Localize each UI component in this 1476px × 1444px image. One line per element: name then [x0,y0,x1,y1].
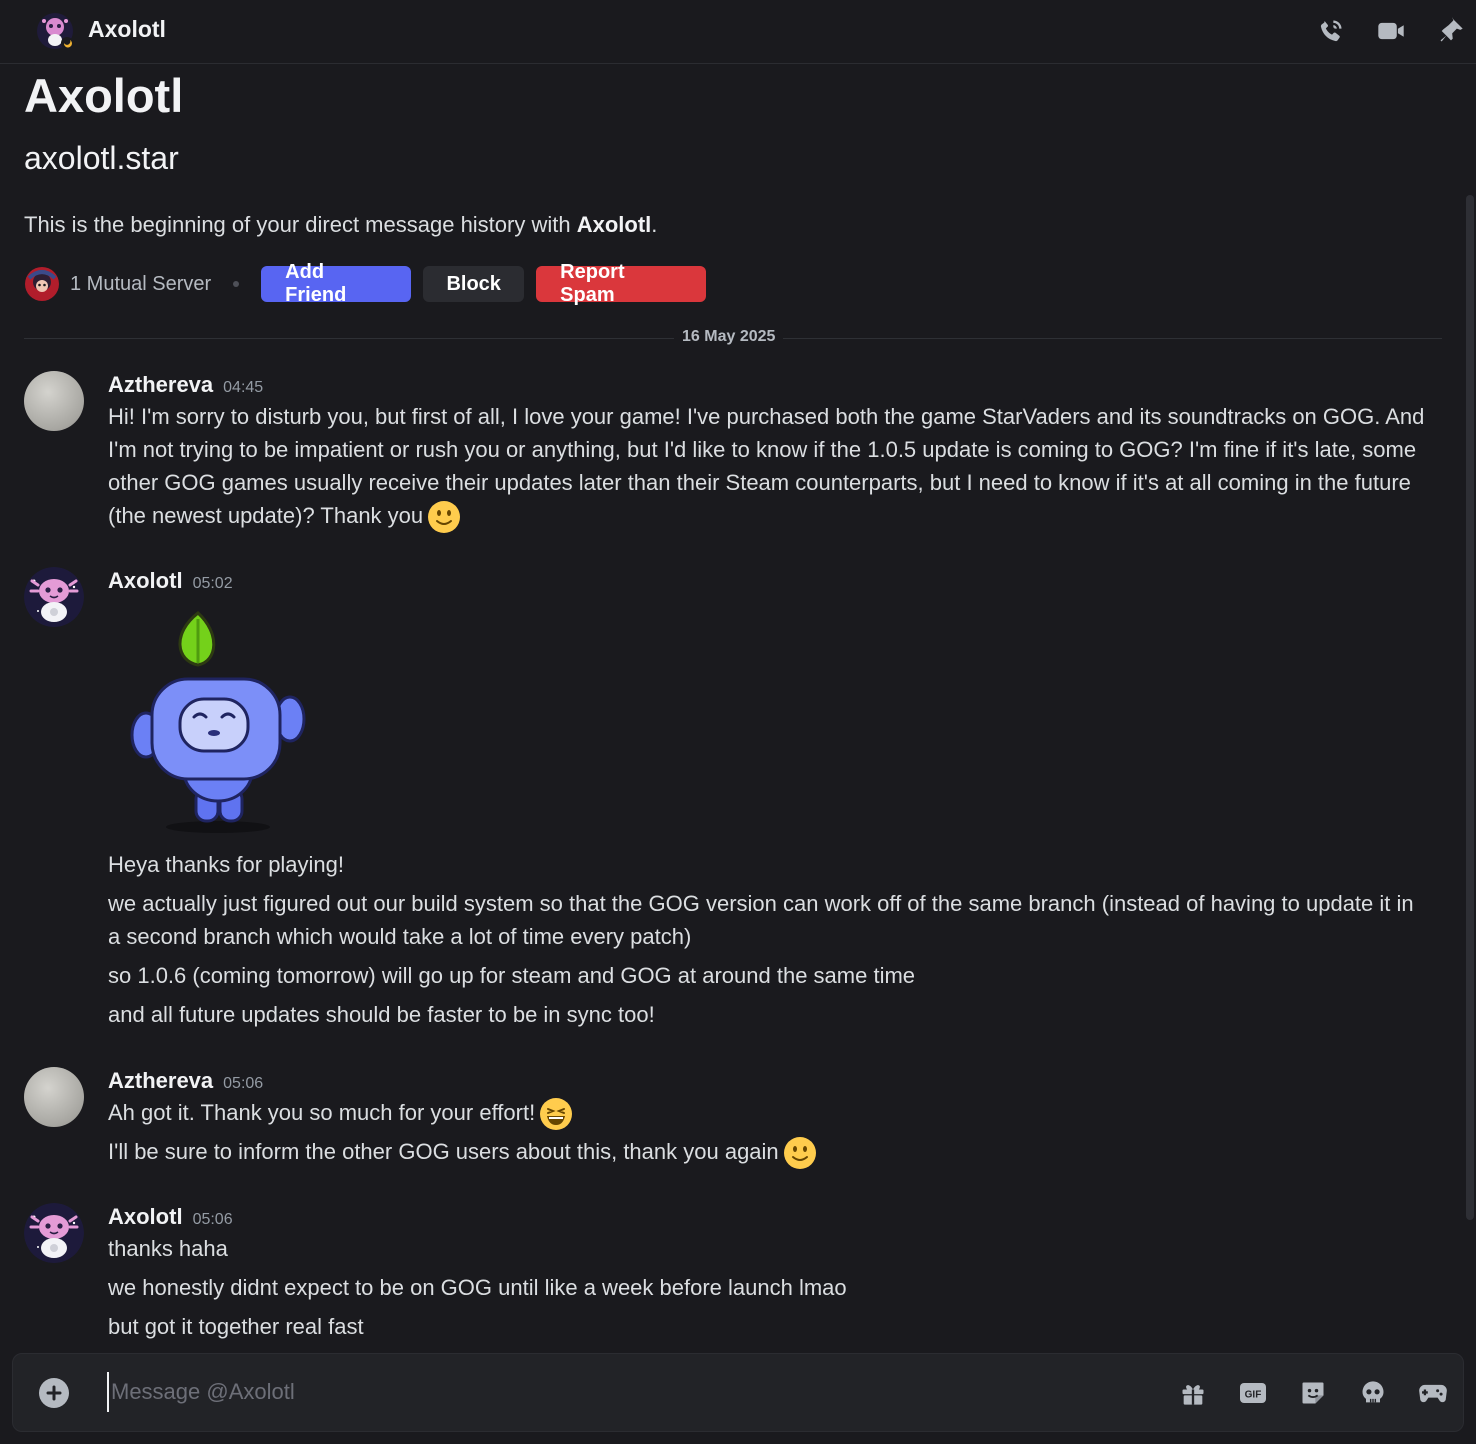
author-name[interactable]: Azthereva [108,1068,213,1093]
message-author[interactable]: Axolotl 05:02 [108,568,233,594]
message-timestamp: 05:02 [192,575,233,592]
message-text: we honestly didnt expect to be on GOG un… [108,1275,847,1300]
intro-description-suffix: . [651,212,658,237]
grinning-squinting-face-icon [539,1097,573,1131]
message-text: Heya thanks for playing! [108,852,345,877]
message-text: but got it together real fast [108,1314,364,1339]
channel-title: Axolotl [88,16,166,42]
message-author[interactable]: Axolotl 05:06 [108,1204,233,1230]
user-avatar[interactable] [24,1067,84,1127]
message-list[interactable]: Axolotl axolotl.star This is the beginni… [0,65,1476,1345]
message-composer: GIF [12,1353,1464,1432]
add-attachment-icon[interactable] [39,1378,69,1408]
intro-description-name: Axolotl [576,212,652,237]
activities-icon[interactable] [1416,1376,1450,1410]
sticker-icon[interactable] [1296,1376,1330,1410]
intro-actions: 1 Mutual Server Add Friend Block Report … [24,261,718,306]
separator-dot [233,281,240,287]
date-divider-label: 16 May 2025 [674,328,784,346]
gift-icon[interactable] [1176,1376,1210,1410]
slightly-smiling-face-icon [783,1136,817,1170]
message-text: Ah got it. Thank you so much for your ef… [108,1100,536,1125]
gif-icon[interactable]: GIF [1236,1376,1270,1410]
message-author[interactable]: Azthereva 04:45 [108,372,263,398]
phone-call-icon[interactable] [1314,14,1348,48]
message-author[interactable]: Azthereva 05:06 [108,1068,263,1094]
message-text: thanks haha [108,1236,228,1261]
message-text: Hi! I'm sorry to disturb you, but first … [108,404,1425,528]
message-timestamp: 04:45 [223,379,264,396]
intro-description: This is the beginning of your direct mes… [24,212,657,238]
message-text: I'll be sure to inform the other GOG use… [108,1139,779,1164]
slightly-smiling-face-icon [427,500,461,534]
message-timestamp: 05:06 [192,1211,233,1228]
intro-username: axolotl.star [24,140,179,176]
pin-icon[interactable] [1434,14,1468,48]
message-text: we actually just figured out our build s… [108,891,1414,949]
mutual-server-avatar[interactable] [24,266,60,302]
message-content: Hi! I'm sorry to disturb you, but first … [108,400,1428,534]
author-name[interactable]: Axolotl [108,568,183,593]
message-input[interactable] [107,1372,1111,1412]
message-content: Ah got it. Thank you so much for your ef… [108,1096,1428,1131]
mutual-servers-link[interactable]: 1 Mutual Server [70,273,211,296]
axolotl-avatar[interactable] [24,1203,84,1263]
intro-description-prefix: This is the beginning of your direct mes… [24,212,577,237]
author-name[interactable]: Axolotl [108,1204,183,1229]
message-text: and all future updates should be faster … [108,1002,655,1027]
video-camera-icon[interactable] [1374,14,1408,48]
axolotl-avatar[interactable] [24,567,84,627]
block-button[interactable]: Block [423,266,525,302]
add-friend-button[interactable]: Add Friend [261,261,412,306]
scrollbar[interactable] [1466,195,1474,1220]
channel-header: Axolotl [0,0,1476,64]
author-name[interactable]: Azthereva [108,372,213,397]
message-text: so 1.0.6 (coming tomorrow) will go up fo… [108,963,916,988]
wumpus-waving-leaf-sticker[interactable] [118,609,318,839]
user-avatar[interactable] [24,371,84,431]
emoji-icon[interactable] [1356,1376,1390,1410]
axolotl-avatar[interactable] [36,12,74,50]
message-timestamp: 05:06 [223,1075,264,1092]
message-content: I'll be sure to inform the other GOG use… [108,1135,1428,1170]
gif-label: GIF [1245,1390,1262,1401]
report-spam-button[interactable]: Report Spam [536,261,707,306]
intro-display-name: Axolotl [24,69,184,122]
